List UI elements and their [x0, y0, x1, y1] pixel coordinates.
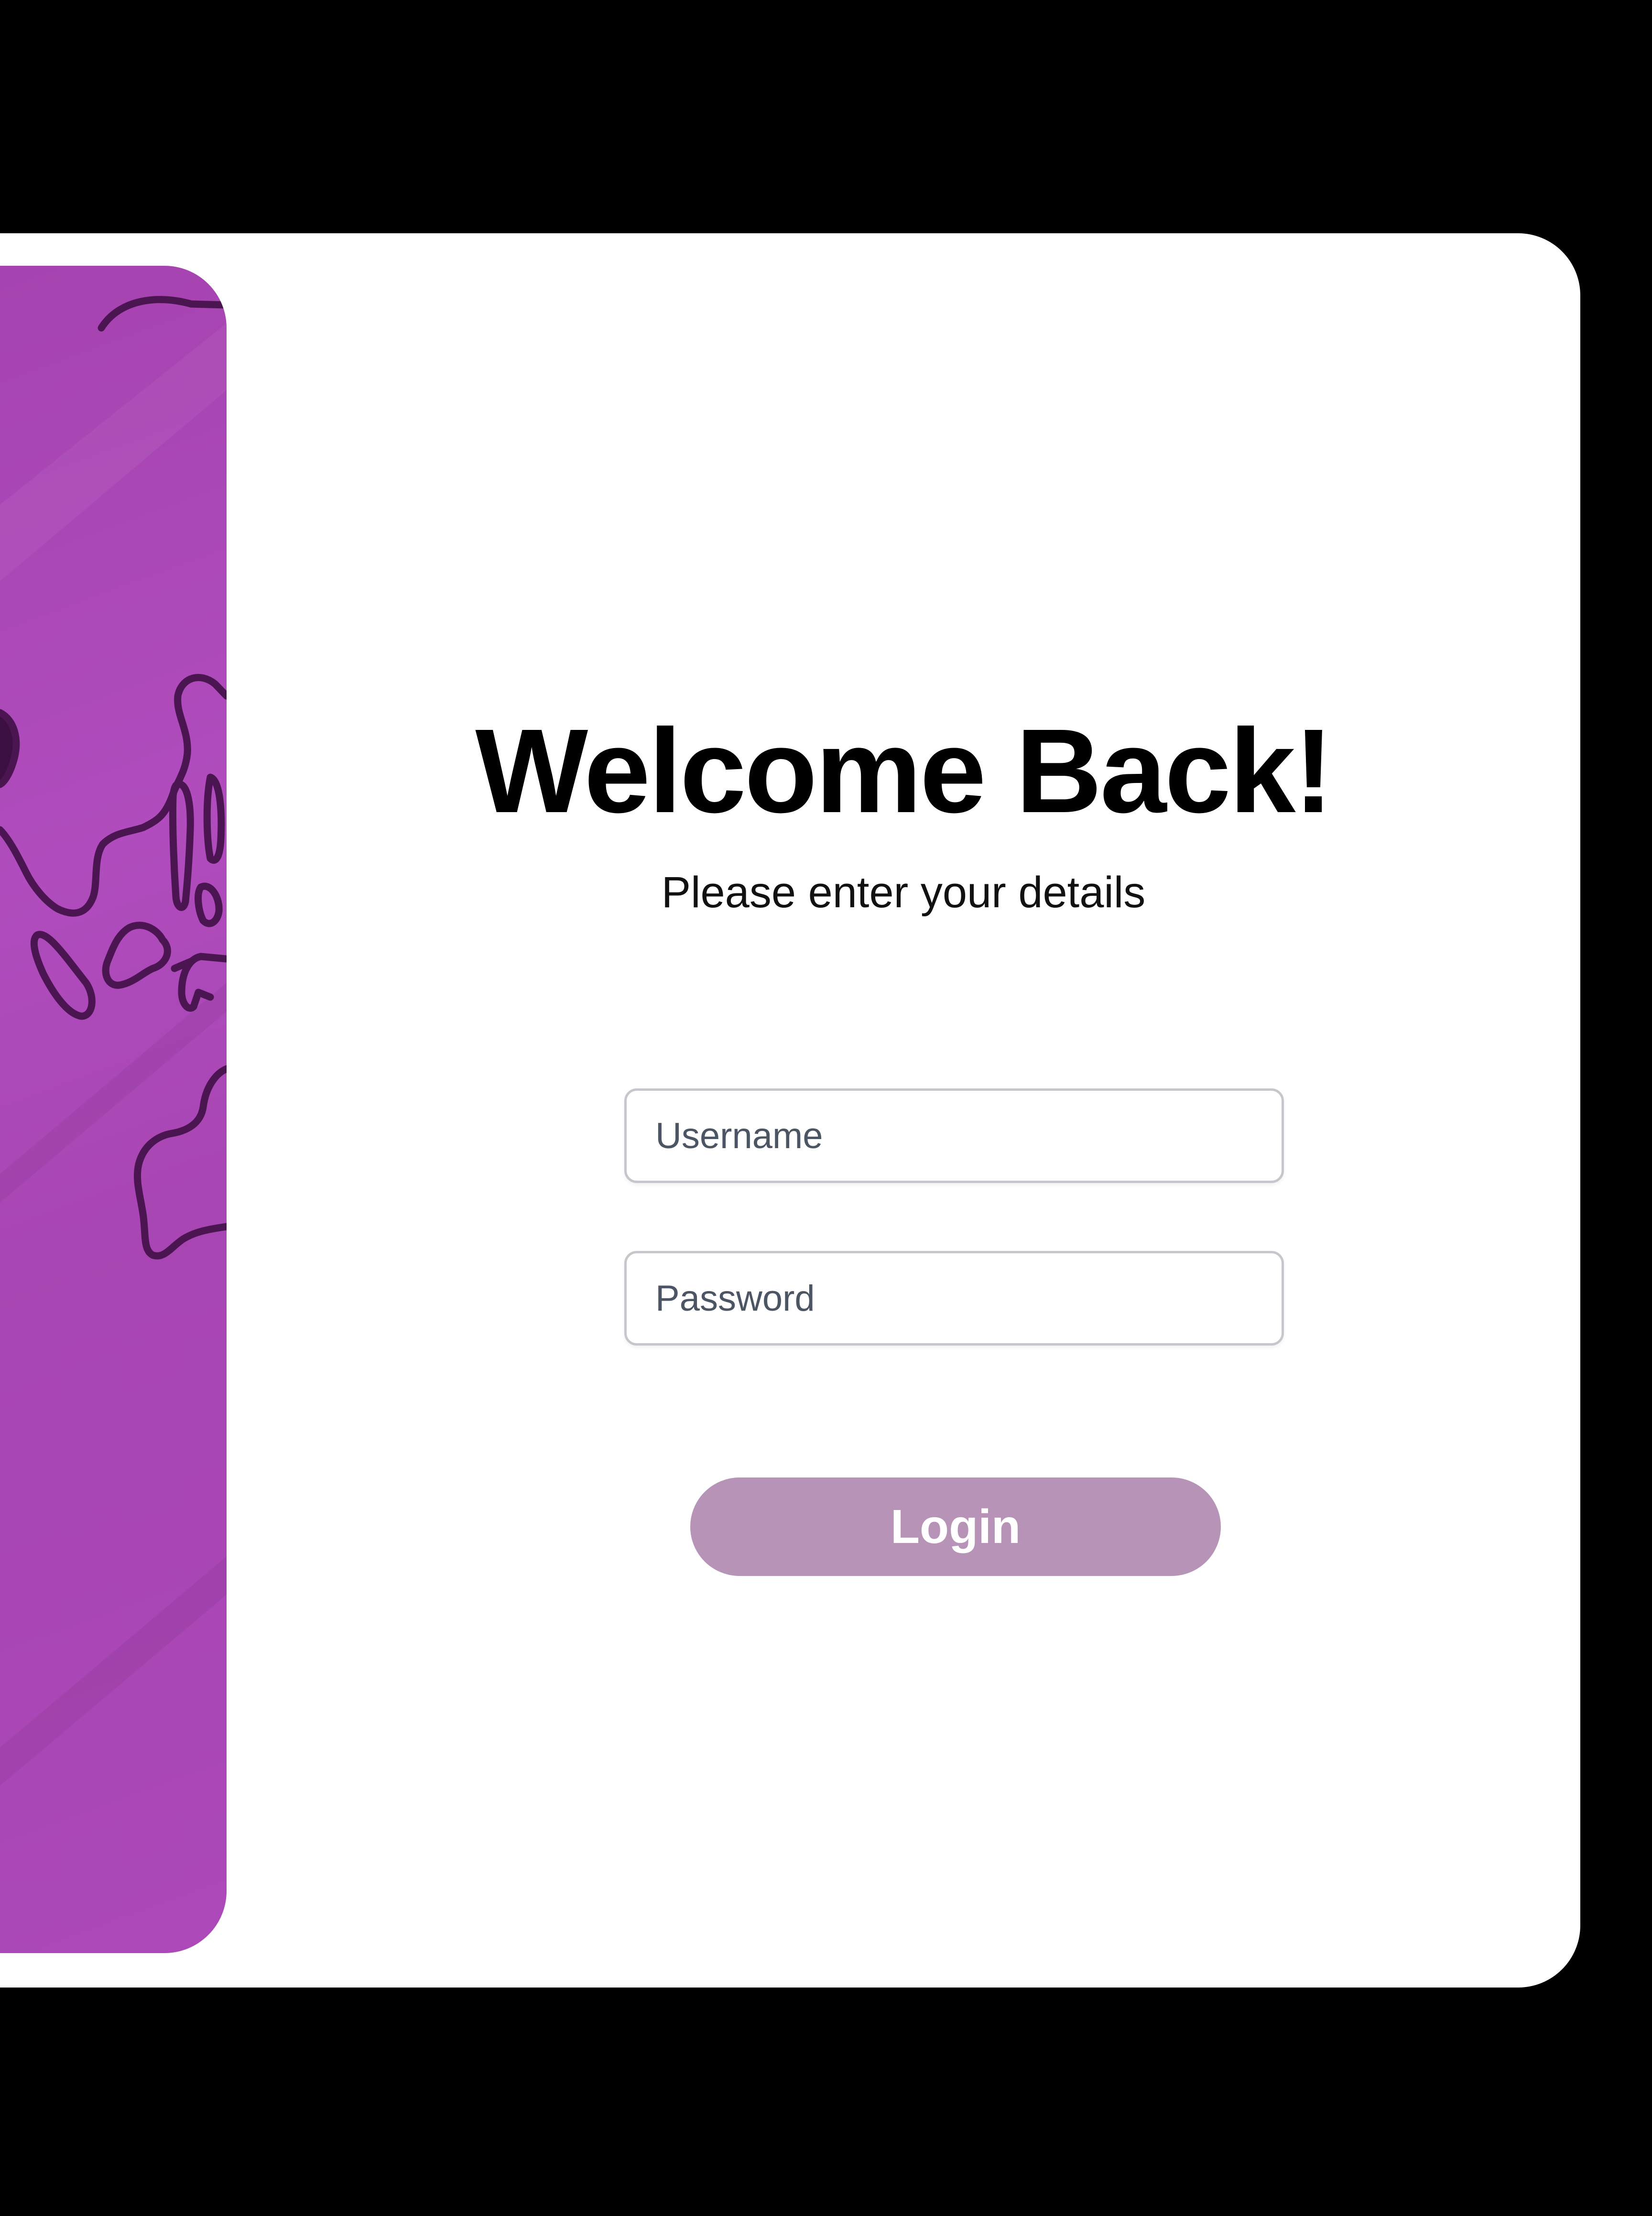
world-map-outline-illustration: [0, 296, 227, 1786]
page-subtitle: Please enter your details: [661, 868, 1146, 917]
decorative-map-panel: [0, 266, 227, 1953]
login-form: Welcome Back! Please enter your details …: [227, 233, 1580, 1988]
password-input[interactable]: [624, 1251, 1284, 1346]
username-input[interactable]: [624, 1088, 1284, 1183]
page-title: Welcome Back!: [475, 704, 1333, 837]
login-card: Welcome Back! Please enter your details …: [0, 233, 1580, 1988]
login-button[interactable]: Login: [690, 1477, 1221, 1576]
